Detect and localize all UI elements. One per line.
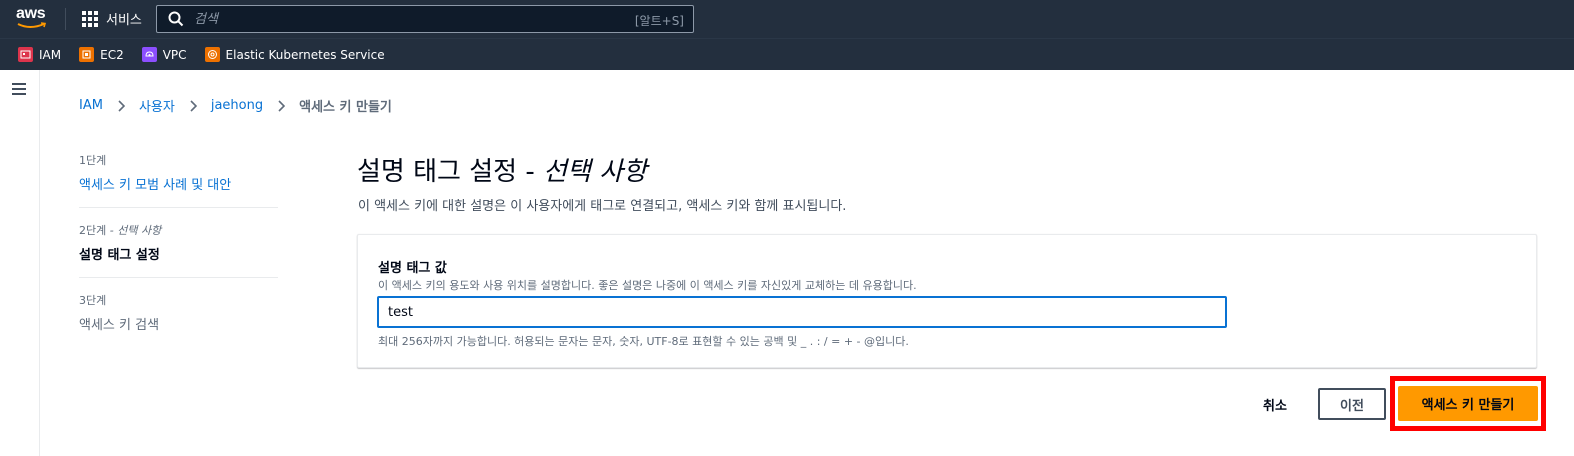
aws-logo[interactable]: aws bbox=[16, 6, 50, 32]
wizard-step-3: 3단계 액세스 키 검색 bbox=[79, 292, 278, 347]
wizard-step-2: 2단계 - 선택 사항 설명 태그 설정 bbox=[79, 222, 278, 278]
search-shortcut-hint: [알트+S] bbox=[634, 14, 684, 28]
previous-button[interactable]: 이전 bbox=[1318, 388, 1386, 420]
step-number: 3단계 bbox=[79, 294, 107, 307]
page-title-optional: 선택 사항 bbox=[542, 157, 647, 187]
services-grid-icon bbox=[82, 10, 98, 27]
favorite-label: VPC bbox=[162, 47, 187, 62]
page-title: 설명 태그 설정 - 선택 사항 bbox=[357, 157, 647, 187]
favorite-label: Elastic Kubernetes Service bbox=[225, 47, 385, 62]
step-title-link[interactable]: 액세스 키 모범 사례 및 대안 bbox=[79, 174, 278, 193]
favorite-label: EC2 bbox=[100, 47, 124, 62]
step-number: 1단계 bbox=[79, 154, 107, 167]
description-tag-input[interactable] bbox=[377, 296, 1227, 328]
services-label: 서비스 bbox=[106, 13, 142, 28]
cancel-button[interactable]: 취소 bbox=[1250, 388, 1300, 420]
breadcrumb-current: 액세스 키 만들기 bbox=[299, 100, 392, 115]
ec2-icon bbox=[79, 47, 95, 62]
step-title-disabled: 액세스 키 검색 bbox=[79, 318, 160, 333]
breadcrumb-iam[interactable]: IAM bbox=[79, 98, 103, 113]
page-description: 이 액세스 키에 대한 설명은 이 사용자에게 태그로 연결되고, 액세스 키와… bbox=[358, 199, 847, 214]
search-icon bbox=[168, 11, 184, 27]
optional-label: - 선택 사항 bbox=[106, 224, 162, 237]
step-number: 2단계 - 선택 사항 bbox=[79, 224, 162, 237]
search-bar[interactable]: [알트+S] bbox=[156, 5, 694, 33]
aws-smile-icon bbox=[17, 22, 47, 28]
favorites-bar: IAM EC2 VPC Elastic Kubernetes Service bbox=[0, 38, 1574, 70]
side-navigation-rail bbox=[0, 70, 40, 456]
vpc-icon bbox=[141, 47, 157, 62]
eks-icon bbox=[204, 47, 220, 62]
aws-logo-text: aws bbox=[16, 5, 46, 22]
breadcrumb-users[interactable]: 사용자 bbox=[139, 96, 175, 115]
field-constraint-text: 최대 256자까지 가능합니다. 허용되는 문자는 문자, 숫자, UTF-8로… bbox=[378, 335, 909, 348]
services-menu-button[interactable]: 서비스 bbox=[82, 9, 142, 28]
description-tag-panel: 설명 태그 값 이 액세스 키의 용도와 사용 위치를 설명합니다. 좋은 설명… bbox=[357, 234, 1537, 368]
favorite-label: IAM bbox=[39, 47, 62, 62]
wizard-steps-nav: 1단계 액세스 키 모범 사례 및 대안 2단계 - 선택 사항 설명 태그 설… bbox=[79, 152, 278, 361]
step-title-active: 설명 태그 설정 bbox=[79, 248, 160, 263]
top-navigation: aws 서비스 [알트+S] bbox=[0, 0, 1574, 38]
chevron-right-icon bbox=[190, 99, 197, 112]
field-label: 설명 태그 값 bbox=[378, 261, 447, 276]
iam-icon bbox=[18, 47, 33, 62]
hamburger-menu-icon[interactable] bbox=[12, 83, 26, 95]
favorite-vpc[interactable]: VPC bbox=[141, 47, 187, 62]
search-input[interactable] bbox=[194, 11, 614, 27]
breadcrumb: IAM 사용자 jaehong 액세스 키 만들기 bbox=[79, 96, 392, 115]
favorite-ec2[interactable]: EC2 bbox=[79, 47, 124, 62]
create-access-key-button[interactable]: 액세스 키 만들기 bbox=[1398, 386, 1538, 421]
wizard-step-1: 1단계 액세스 키 모범 사례 및 대안 bbox=[79, 152, 278, 208]
favorite-iam[interactable]: IAM bbox=[18, 47, 61, 62]
breadcrumb-user-jaehong[interactable]: jaehong bbox=[211, 98, 263, 113]
favorite-eks[interactable]: Elastic Kubernetes Service bbox=[204, 47, 385, 62]
chevron-right-icon bbox=[118, 99, 125, 112]
field-description: 이 액세스 키의 용도와 사용 위치를 설명합니다. 좋은 설명은 나중에 이 … bbox=[378, 279, 917, 292]
chevron-right-icon bbox=[278, 99, 286, 112]
nav-divider bbox=[65, 8, 66, 30]
